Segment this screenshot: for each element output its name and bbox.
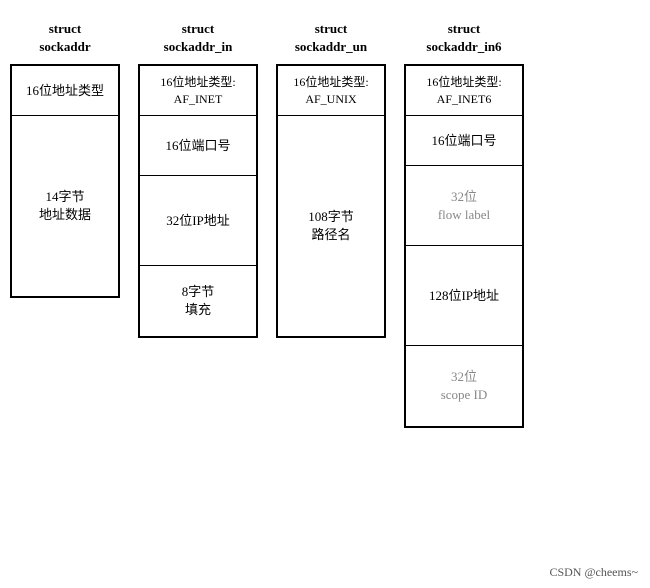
sockaddrin6-title: struct sockaddr_in6 xyxy=(426,20,501,56)
struct-sockaddr-block: struct sockaddr 16位地址类型 14字节地址数据 xyxy=(10,20,120,298)
sockaddrun-box: 16位地址类型:AF_UNIX 108字节路径名 xyxy=(276,64,386,338)
sockaddr-title: struct sockaddr xyxy=(39,20,90,56)
sockaddrin6-cell-addr-type: 16位地址类型:AF_INET6 xyxy=(406,66,522,116)
sockaddrin6-cell-scope: 32位scope ID xyxy=(406,346,522,426)
sockaddrin6-cell-flow: 32位flow label xyxy=(406,166,522,246)
sockaddrin6-cell-port: 16位端口号 xyxy=(406,116,522,166)
sockaddrin6-box: 16位地址类型:AF_INET6 16位端口号 32位flow label 12… xyxy=(404,64,524,428)
sockaddrun-title: struct sockaddr_un xyxy=(295,20,367,56)
sockaddrin-cell-pad: 8字节填充 xyxy=(140,266,256,336)
struct-sockaddrun-block: struct sockaddr_un 16位地址类型:AF_UNIX 108字节… xyxy=(276,20,386,338)
sockaddr-box: 16位地址类型 14字节地址数据 xyxy=(10,64,120,298)
sockaddrin-cell-addr-type: 16位地址类型:AF_INET xyxy=(140,66,256,116)
struct-sockaddrin-block: struct sockaddr_in 16位地址类型:AF_INET 16位端口… xyxy=(138,20,258,338)
sockaddrun-cell-addr-type: 16位地址类型:AF_UNIX xyxy=(278,66,384,116)
sockaddrin-title: struct sockaddr_in xyxy=(164,20,233,56)
sockaddrin-cell-ip: 32位IP地址 xyxy=(140,176,256,266)
sockaddrin6-cell-ip: 128位IP地址 xyxy=(406,246,522,346)
main-container: struct sockaddr 16位地址类型 14字节地址数据 struct … xyxy=(0,0,650,438)
sockaddrin-cell-port: 16位端口号 xyxy=(140,116,256,176)
sockaddrun-cell-path: 108字节路径名 xyxy=(278,116,384,336)
sockaddr-cell-addr-type: 16位地址类型 xyxy=(12,66,118,116)
sockaddrin-box: 16位地址类型:AF_INET 16位端口号 32位IP地址 8字节填充 xyxy=(138,64,258,338)
sockaddr-cell-addr-data: 14字节地址数据 xyxy=(12,116,118,296)
struct-sockaddrin6-block: struct sockaddr_in6 16位地址类型:AF_INET6 16位… xyxy=(404,20,524,428)
watermark: CSDN @cheems~ xyxy=(549,565,638,580)
